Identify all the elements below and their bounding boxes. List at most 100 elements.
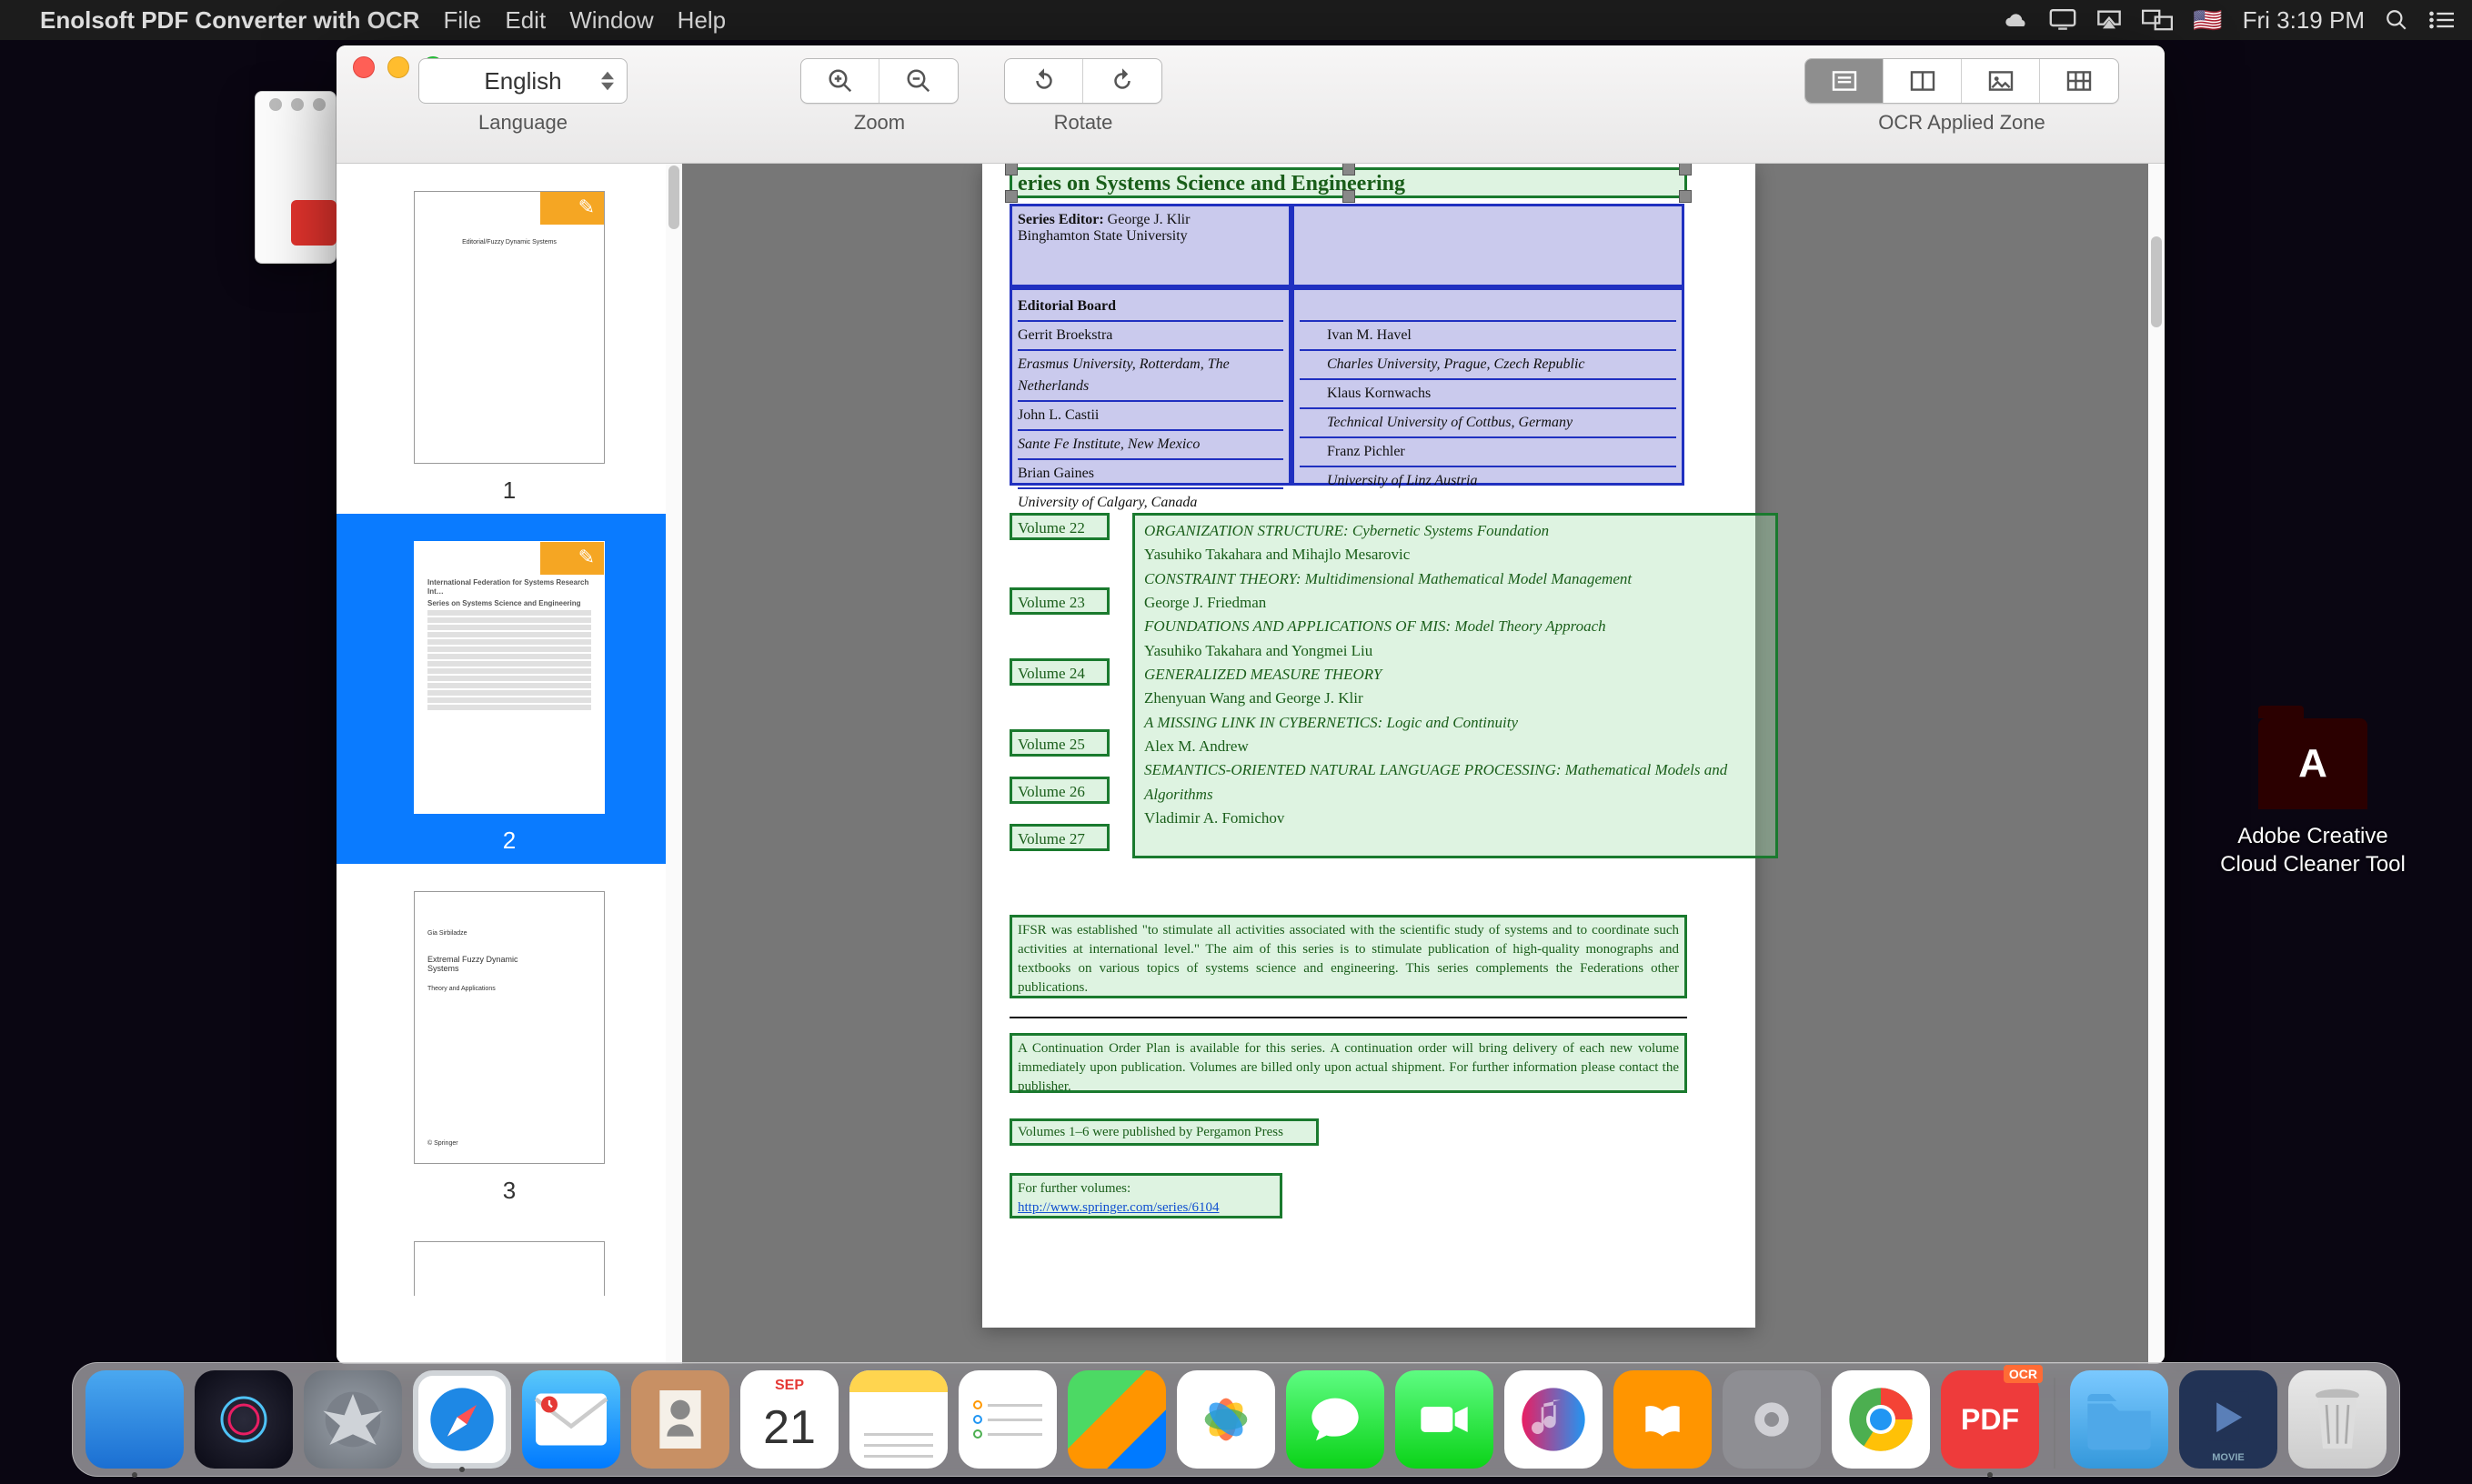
- language-select[interactable]: English: [418, 58, 628, 104]
- dock-safari[interactable]: [413, 1370, 511, 1469]
- eb-l3: Sante Fe Institute, New Mexico: [1018, 436, 1200, 452]
- eb-r2: Klaus Kornwachs: [1300, 383, 1676, 405]
- dock-calendar[interactable]: SEP21: [740, 1370, 839, 1469]
- dock-contacts[interactable]: [631, 1370, 729, 1469]
- se-aff: Binghamton State University: [1018, 228, 1188, 244]
- zone-title[interactable]: eries on Systems Science and Engineering: [1010, 167, 1687, 198]
- zone-vol-27[interactable]: Volume 27: [1010, 824, 1110, 851]
- zone-table-button[interactable]: [2040, 59, 2118, 103]
- zone-board-left[interactable]: Editorial Board Gerrit Broekstra Erasmus…: [1010, 287, 1291, 486]
- zone-para1[interactable]: IFSR was established "to stimulate all a…: [1010, 915, 1687, 998]
- zone-para4[interactable]: For further volumes: http://www.springer…: [1010, 1173, 1282, 1218]
- menu-list-icon[interactable]: [2428, 10, 2454, 30]
- document-page: eries on Systems Science and Engineering…: [982, 164, 1755, 1328]
- dock-messages[interactable]: [1286, 1370, 1384, 1469]
- zone-vol-22[interactable]: Volume 22: [1010, 513, 1110, 540]
- dock-facetime[interactable]: [1395, 1370, 1493, 1469]
- dock-settings[interactable]: [1723, 1370, 1821, 1469]
- thumbnail-page-1[interactable]: ✎ Editorial/Fuzzy Dynamic Systems 1: [337, 164, 682, 514]
- close-button[interactable]: [353, 56, 375, 78]
- spotlight-icon[interactable]: [2385, 8, 2408, 32]
- zone-text-button[interactable]: [1805, 59, 1884, 103]
- zoom-in-button[interactable]: [801, 59, 879, 103]
- v27a: Vladimir A. Fomichov: [1144, 809, 1284, 827]
- v24a: Yasuhiko Takahara and Yongmei Liu: [1144, 642, 1372, 659]
- se-label: Series Editor:: [1018, 212, 1104, 227]
- zone-col-button[interactable]: [1884, 59, 1962, 103]
- p1: IFSR was established "to stimulate all a…: [1018, 923, 1679, 995]
- v27: Volume 27: [1018, 830, 1085, 847]
- zone-volumes-desc[interactable]: ORGANIZATION STRUCTURE: Cybernetic Syste…: [1132, 513, 1778, 858]
- p2: A Continuation Order Plan is available f…: [1018, 1041, 1679, 1094]
- v22: Volume 22: [1018, 519, 1085, 536]
- eb-l1: Erasmus University, Rotterdam, The Nethe…: [1018, 356, 1230, 394]
- rotate-group: Rotate: [1004, 58, 1162, 135]
- dock-trash[interactable]: [2288, 1370, 2387, 1469]
- zone-board-right[interactable]: Ivan M. Havel Charles University, Prague…: [1291, 287, 1684, 486]
- thumbnail-page-4[interactable]: [337, 1214, 682, 1296]
- zone-vol-23[interactable]: Volume 23: [1010, 587, 1110, 615]
- thumbnail-page-3[interactable]: Gia Sirbiladze Extremal Fuzzy Dynamic Sy…: [337, 864, 682, 1214]
- thumbnail-sidebar[interactable]: ✎ Editorial/Fuzzy Dynamic Systems 1 ✎ In…: [337, 164, 682, 1364]
- thumb1-text: Editorial/Fuzzy Dynamic Systems: [427, 239, 591, 246]
- cal-day: 21: [763, 1400, 816, 1455]
- creative-cloud-icon[interactable]: [2004, 7, 2029, 33]
- clock[interactable]: Fri 3:19 PM: [2243, 6, 2365, 35]
- ocr-badge: OCR: [2004, 1365, 2043, 1383]
- se-name: George J. Klir: [1108, 212, 1191, 227]
- eb-label: Editorial Board: [1018, 298, 1116, 314]
- dock-movie[interactable]: MOVIE: [2179, 1370, 2277, 1469]
- dock-siri[interactable]: [195, 1370, 293, 1469]
- thumb1-num: 1: [337, 476, 682, 505]
- thumbnail-page-2[interactable]: ✎ International Federation for Systems R…: [337, 514, 682, 864]
- dock-finder[interactable]: [85, 1370, 184, 1469]
- zone-vol-24[interactable]: Volume 24: [1010, 658, 1110, 686]
- zone-image-button[interactable]: [1962, 59, 2040, 103]
- page-viewer[interactable]: eries on Systems Science and Engineering…: [682, 164, 2165, 1364]
- v24: Volume 24: [1018, 665, 1085, 682]
- language-label: Language: [478, 111, 568, 135]
- zone-para2[interactable]: A Continuation Order Plan is available f…: [1010, 1033, 1687, 1093]
- airplay-icon[interactable]: [2096, 9, 2122, 31]
- v24t: FOUNDATIONS AND APPLICATIONS OF MIS: Mod…: [1144, 617, 1606, 635]
- rotate-left-button[interactable]: [1005, 59, 1083, 103]
- rotate-right-button[interactable]: [1083, 59, 1161, 103]
- zoom-out-button[interactable]: [879, 59, 958, 103]
- menu-edit[interactable]: Edit: [505, 6, 546, 35]
- zone-series-editor-right[interactable]: [1291, 204, 1684, 287]
- p3: Volumes 1–6 were published by Pergamon P…: [1018, 1125, 1283, 1139]
- sidebar-scrollbar[interactable]: [666, 164, 682, 1364]
- v26a: Alex M. Andrew: [1144, 737, 1249, 755]
- dock-itunes[interactable]: [1504, 1370, 1603, 1469]
- dock-photos[interactable]: [1177, 1370, 1275, 1469]
- zone-para3[interactable]: Volumes 1–6 were published by Pergamon P…: [1010, 1118, 1319, 1146]
- zone-series-editor[interactable]: Series Editor: George J. Klir Binghamton…: [1010, 204, 1291, 287]
- desktop-icon-label: Adobe Creative Cloud Cleaner Tool: [2208, 822, 2417, 878]
- app-name[interactable]: Enolsoft PDF Converter with OCR: [40, 6, 419, 35]
- dock-launchpad[interactable]: [304, 1370, 402, 1469]
- dock-maps[interactable]: [1068, 1370, 1166, 1469]
- dock-pdf-app[interactable]: PDFOCR: [1941, 1370, 2039, 1469]
- dock-mail[interactable]: [522, 1370, 620, 1469]
- zone-vol-25[interactable]: Volume 25: [1010, 729, 1110, 757]
- dock-chrome[interactable]: [1832, 1370, 1930, 1469]
- thumb3-num: 3: [337, 1177, 682, 1205]
- menu-window[interactable]: Window: [569, 6, 653, 35]
- viewer-scrollbar[interactable]: [2148, 164, 2165, 1364]
- dock-notes[interactable]: [849, 1370, 948, 1469]
- folder-icon: A: [2258, 718, 2367, 809]
- menu-file[interactable]: File: [443, 6, 481, 35]
- horizontal-rule: [1010, 1017, 1687, 1018]
- eb-l2: John L. Castii: [1018, 407, 1099, 423]
- minimize-button[interactable]: [387, 56, 409, 78]
- desktop-icon-adobe-cleaner[interactable]: A Adobe Creative Cloud Cleaner Tool: [2208, 718, 2417, 878]
- flag-icon[interactable]: 🇺🇸: [2193, 6, 2222, 35]
- screens-icon[interactable]: [2142, 9, 2173, 31]
- zone-vol-26[interactable]: Volume 26: [1010, 777, 1110, 804]
- language-group: English Language: [418, 58, 628, 135]
- dock-ibooks[interactable]: [1613, 1370, 1712, 1469]
- menu-help[interactable]: Help: [678, 6, 726, 35]
- dock-downloads[interactable]: [2070, 1370, 2168, 1469]
- display-icon[interactable]: [2049, 9, 2076, 31]
- dock-reminders[interactable]: [959, 1370, 1057, 1469]
